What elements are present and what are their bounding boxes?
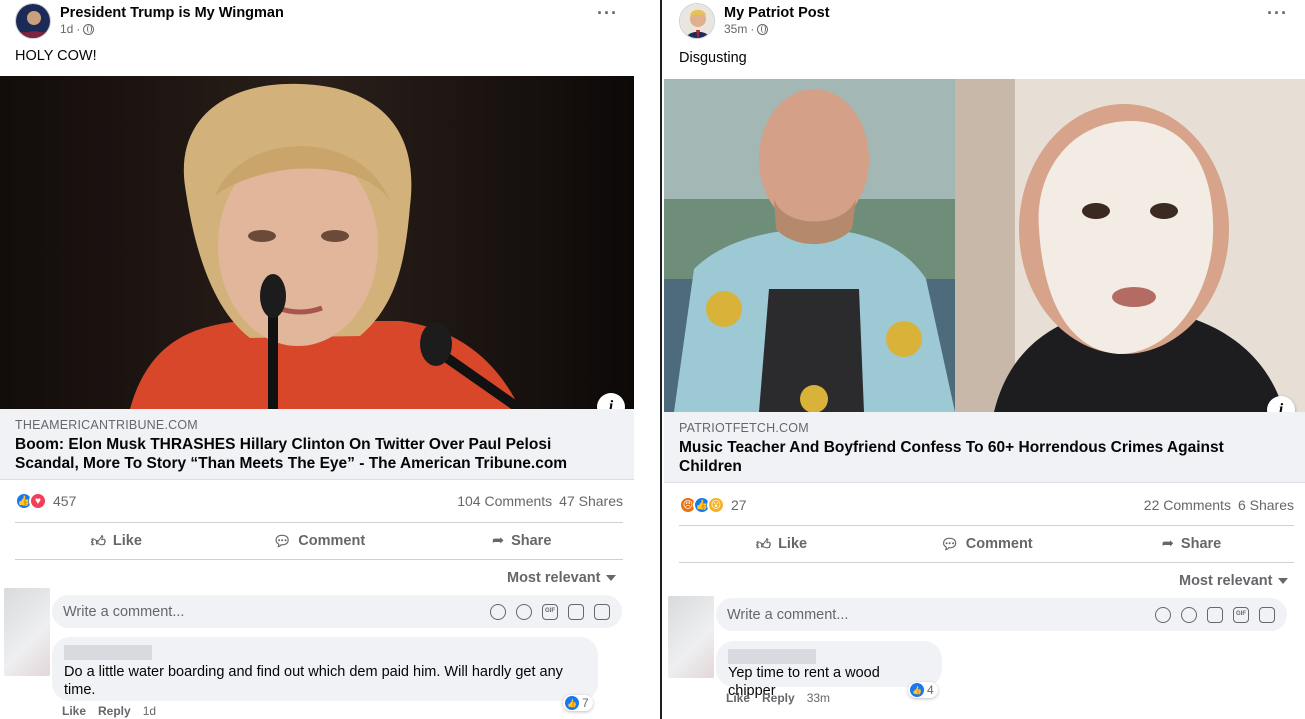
comment-icon: 💬︎: [272, 533, 292, 550]
reaction-summary[interactable]: 👍 ♥ 457: [15, 492, 76, 510]
link-preview-box[interactable]: PATRIOTFETCH.COM Music Teacher And Boyfr…: [664, 412, 1305, 483]
commenter-avatar[interactable]: [668, 596, 714, 678]
gif-icon[interactable]: GIF: [1233, 606, 1249, 623]
thumbs-up-icon: 👍︎: [755, 537, 772, 553]
comment-time[interactable]: 1d: [143, 704, 156, 718]
post-header: President Trump is My Wingman 1d ·: [15, 3, 284, 39]
engagement-stats: 👍 ♥ 457 104 Comments 47 Shares: [15, 490, 623, 512]
comment-button[interactable]: 💬︎ Comment: [218, 523, 421, 559]
comment-input[interactable]: Write a comment... GIF: [716, 598, 1287, 631]
post-time[interactable]: 1d: [60, 22, 73, 37]
camera-icon[interactable]: [1207, 606, 1223, 623]
comment-input[interactable]: Write a comment... GIF: [52, 595, 622, 628]
comment-bubble: Do a little water boarding and find out …: [52, 637, 598, 701]
post-right: My Patriot Post 35m · ··· Disgusting i P…: [664, 0, 1305, 719]
engagement-stats: 😠 👍 😮 27 22 Comments 6 Shares: [679, 494, 1294, 516]
share-icon: ➦: [1161, 536, 1174, 552]
comment-like-link[interactable]: Like: [726, 691, 750, 705]
comments-count[interactable]: 22 Comments: [1144, 497, 1231, 513]
like-reaction-icon: 👍: [565, 696, 579, 710]
comment-button[interactable]: 💬︎ Comment: [884, 526, 1089, 562]
page-name[interactable]: President Trump is My Wingman: [60, 5, 284, 22]
reaction-summary[interactable]: 😠 👍 😮 27: [679, 496, 747, 514]
page-name[interactable]: My Patriot Post: [724, 5, 830, 22]
reaction-count[interactable]: 27: [731, 497, 747, 513]
screenshot-divider: [660, 0, 662, 719]
post-header: My Patriot Post 35m ·: [679, 3, 830, 39]
avatar-sticker-icon[interactable]: [1155, 606, 1171, 623]
more-options-icon[interactable]: ···: [1267, 4, 1288, 22]
comment-reaction-badge[interactable]: 👍 7: [563, 695, 593, 711]
share-icon: ➦: [491, 533, 505, 549]
link-headline[interactable]: Music Teacher And Boyfriend Confess To 6…: [679, 438, 1279, 476]
comment-reply-link[interactable]: Reply: [762, 691, 795, 705]
redacted-commenter-name: [728, 649, 816, 664]
comment-actions: Like Reply 33m: [726, 691, 830, 705]
emoji-icon[interactable]: [516, 603, 532, 620]
comment-text: Do a little water boarding and find out …: [64, 664, 563, 698]
comment-sort-dropdown[interactable]: Most relevant: [507, 570, 617, 586]
thumbs-up-icon: 👍︎: [90, 534, 106, 550]
comment-time[interactable]: 33m: [807, 691, 830, 705]
reaction-count[interactable]: 457: [53, 493, 76, 509]
post-time[interactable]: 35m: [724, 22, 747, 37]
page-avatar[interactable]: [679, 3, 715, 39]
emoji-icon[interactable]: [1181, 606, 1197, 623]
link-domain: PATRIOTFETCH.COM: [679, 421, 809, 435]
post-caption: HOLY COW!: [15, 48, 97, 64]
commenter-avatar[interactable]: [4, 588, 50, 676]
like-reaction-icon: 👍: [910, 683, 924, 697]
shares-count[interactable]: 47 Shares: [559, 493, 623, 509]
gif-icon[interactable]: GIF: [542, 603, 558, 620]
comment-bubble: Yep time to rent a wood chipper: [716, 641, 942, 699]
link-headline[interactable]: Boom: Elon Musk THRASHES Hillary Clinton…: [15, 435, 615, 473]
love-reaction-icon: ♥: [29, 492, 47, 510]
comment-reply-link[interactable]: Reply: [98, 704, 131, 718]
page-avatar[interactable]: [15, 3, 51, 39]
share-button[interactable]: ➦ Share: [420, 523, 623, 559]
post-caption: Disgusting: [679, 50, 747, 66]
sticker-icon[interactable]: [568, 603, 584, 620]
like-button[interactable]: 👍︎ Like: [15, 523, 218, 559]
sticker-icon[interactable]: [1259, 606, 1275, 623]
post-left: President Trump is My Wingman 1d · ··· H…: [0, 0, 634, 719]
post-actions: 👍︎ Like 💬︎ Comment ➦ Share: [15, 522, 623, 560]
link-domain: THEAMERICANTRIBUNE.COM: [15, 418, 198, 432]
camera-icon[interactable]: [594, 603, 610, 620]
chevron-down-icon: [1278, 578, 1289, 584]
link-preview-image[interactable]: [664, 79, 1305, 412]
link-preview-image[interactable]: [0, 76, 634, 409]
globe-icon: [757, 24, 769, 35]
comment-like-link[interactable]: Like: [62, 704, 86, 718]
comments-count[interactable]: 104 Comments: [457, 493, 552, 509]
avatar-sticker-icon[interactable]: [490, 603, 506, 620]
comment-icon: 💬︎: [940, 536, 959, 553]
shares-count[interactable]: 6 Shares: [1238, 497, 1294, 513]
more-options-icon[interactable]: ···: [597, 4, 618, 22]
chevron-down-icon: [606, 575, 617, 581]
comment-reaction-badge[interactable]: 👍 4: [908, 682, 938, 698]
wow-reaction-icon: 😮: [707, 496, 725, 514]
comment-sort-dropdown[interactable]: Most relevant: [1179, 573, 1289, 589]
redacted-commenter-name: [64, 645, 152, 660]
globe-icon: [83, 24, 95, 35]
post-actions: 👍︎ Like 💬︎ Comment ➦ Share: [679, 525, 1294, 563]
share-button[interactable]: ➦ Share: [1089, 526, 1294, 562]
comment-actions: Like Reply 1d: [62, 704, 156, 718]
link-preview-box[interactable]: THEAMERICANTRIBUNE.COM Boom: Elon Musk T…: [0, 409, 634, 480]
like-button[interactable]: 👍︎ Like: [679, 526, 884, 562]
